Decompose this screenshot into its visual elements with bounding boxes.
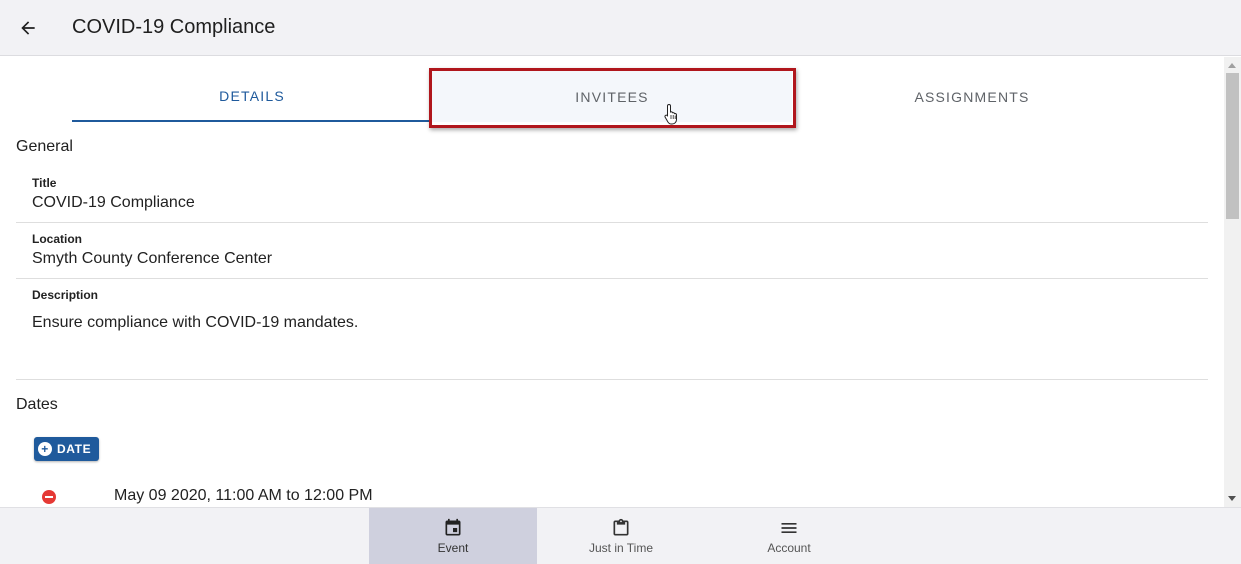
- section-general-heading: General: [16, 138, 73, 155]
- nav-label: Account: [767, 541, 811, 555]
- divider: [16, 379, 1208, 380]
- field-value: Ensure compliance with COVID-19 mandates…: [32, 314, 359, 331]
- tab-details[interactable]: DETAILS: [72, 71, 432, 122]
- field-label: Location: [32, 232, 82, 246]
- bottom-navigation: Event Just in Time Account: [0, 507, 1241, 564]
- menu-icon: [781, 523, 797, 533]
- nav-label: Event: [437, 541, 469, 555]
- scrollbar-thumb[interactable]: [1226, 73, 1239, 219]
- hand-pointer-icon: [664, 103, 680, 130]
- date-range-item: May 09 2020, 11:00 AM to 12:00 PM: [114, 487, 373, 504]
- event-details-content: DETAILS INVITEES ASSIGNMENTS General Tit…: [0, 57, 1224, 507]
- add-date-button[interactable]: + DATE: [34, 437, 100, 461]
- divider: [16, 222, 1208, 223]
- field-value: Smyth County Conference Center: [32, 250, 273, 267]
- field-label: Title: [32, 176, 57, 190]
- tab-bar: DETAILS INVITEES ASSIGNMENTS: [72, 71, 1152, 122]
- tab-assignments[interactable]: ASSIGNMENTS: [792, 71, 1152, 122]
- divider: [16, 278, 1208, 279]
- nav-item-event[interactable]: Event: [369, 508, 537, 564]
- nav-item-just-in-time[interactable]: Just in Time: [537, 508, 705, 564]
- app-bar: COVID-19 Compliance: [0, 0, 1241, 56]
- add-date-label: DATE: [57, 442, 92, 456]
- field-label: Description: [32, 288, 99, 302]
- remove-circle-icon[interactable]: [42, 490, 56, 504]
- section-dates-heading: Dates: [16, 396, 58, 413]
- scroll-up-arrow-icon[interactable]: [1228, 63, 1236, 68]
- arrow-back-icon[interactable]: [14, 14, 42, 42]
- nav-item-account[interactable]: Account: [705, 508, 873, 564]
- scroll-down-arrow-icon[interactable]: [1228, 496, 1236, 501]
- nav-label: Just in Time: [588, 541, 654, 555]
- tab-invitees[interactable]: INVITEES: [432, 71, 792, 122]
- add-circle-icon: +: [38, 442, 52, 456]
- field-description: Description Ensure compliance with COVID…: [32, 288, 1208, 332]
- clipboard-icon: [613, 518, 629, 536]
- field-title: Title COVID-19 Compliance: [32, 176, 1208, 212]
- page-title: COVID-19 Compliance: [72, 16, 276, 38]
- field-value: COVID-19 Compliance: [32, 194, 195, 211]
- calendar-icon: [445, 518, 461, 536]
- field-location: Location Smyth County Conference Center: [32, 232, 1208, 268]
- vertical-scrollbar[interactable]: [1224, 57, 1241, 507]
